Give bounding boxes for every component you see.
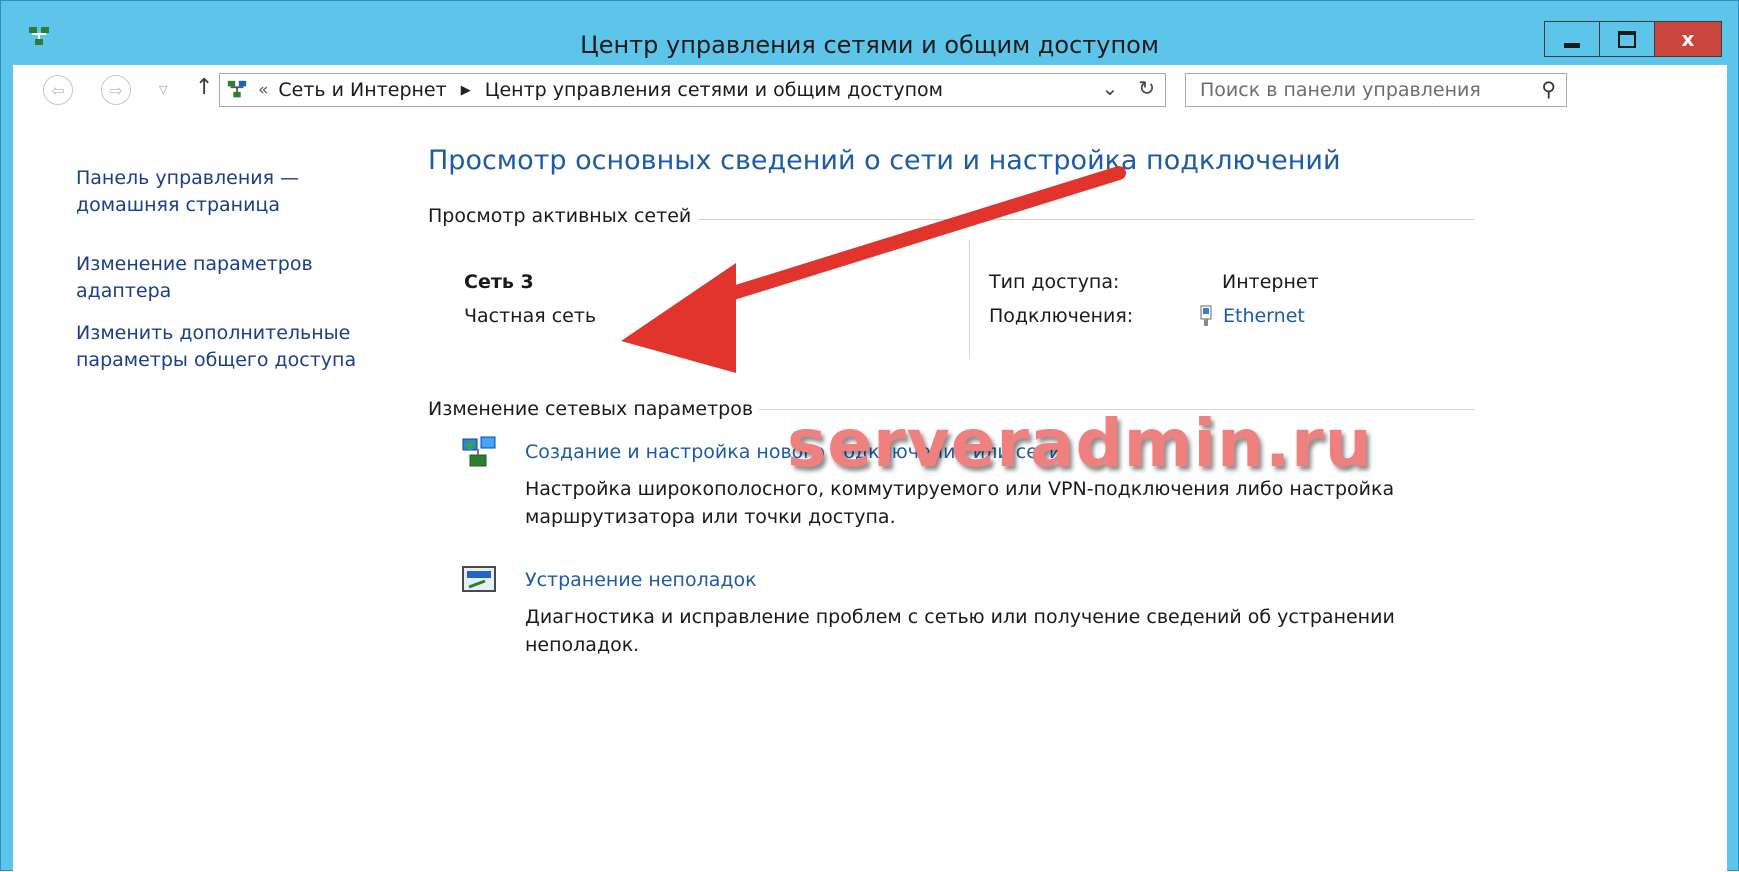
maximize-button[interactable] — [1599, 21, 1655, 57]
sidebar-item-label: параметры общего доступа — [76, 349, 357, 371]
forward-button[interactable]: ⇨ — [101, 75, 131, 105]
watermark: serveradmin.ru — [787, 405, 1373, 482]
access-type-label: Тип доступа: — [989, 271, 1120, 293]
window-controls: x — [1544, 21, 1722, 57]
divider — [969, 241, 970, 358]
connections-label: Подключения: — [989, 305, 1134, 327]
refresh-icon[interactable]: ↻ — [1138, 76, 1155, 100]
close-button[interactable]: x — [1654, 21, 1722, 57]
window: Центр управления сетями и общим доступом… — [0, 0, 1739, 872]
ethernet-label: Ethernet — [1223, 305, 1305, 327]
minimize-icon — [1564, 42, 1580, 48]
minimize-button[interactable] — [1544, 21, 1600, 57]
breadcrumb-overflow[interactable]: « — [258, 80, 268, 100]
address-bar-actions: ⌄ ↻ — [1101, 76, 1155, 100]
task-new-connection-description: Настройка широкополосного, коммутируемог… — [525, 475, 1465, 531]
network-name: Сеть 3 — [464, 271, 534, 293]
network-type-link[interactable]: Частная сеть — [464, 305, 596, 327]
forward-arrow-icon: ⇨ — [109, 80, 123, 100]
ethernet-icon — [1200, 305, 1212, 326]
sidebar-item-label: Изменить дополнительные — [76, 322, 351, 344]
breadcrumb-item-network-internet[interactable]: Сеть и Интернет — [278, 79, 446, 101]
maximize-icon — [1618, 30, 1636, 48]
section-title: Просмотр активных сетей — [428, 205, 692, 227]
troubleshoot-icon — [462, 566, 496, 592]
section-title: Изменение сетевых параметров — [428, 398, 754, 420]
page-title: Просмотр основных сведений о сети и наст… — [428, 145, 1341, 176]
divider — [699, 219, 1474, 220]
ethernet-connection-link[interactable]: Ethernet — [1199, 305, 1305, 327]
window-title: Центр управления сетями и общим доступом — [580, 31, 1159, 59]
sidebar-item-label: адаптера — [76, 280, 172, 302]
description-line: неполадок. — [525, 634, 640, 656]
content-area: Панель управления — домашняя страница Из… — [13, 115, 1727, 872]
back-arrow-icon: ⇦ — [51, 80, 65, 100]
description-line: маршрутизатора или точки доступа. — [525, 506, 896, 528]
network-setup-icon — [462, 436, 496, 467]
sidebar-item-label: домашняя страница — [76, 194, 281, 216]
breadcrumb-item-network-center[interactable]: Центр управления сетями и общим доступом — [485, 79, 943, 101]
recent-locations-dropdown[interactable]: ▽ — [159, 83, 167, 96]
sidebar-item-sharing-settings[interactable]: Изменить дополнительные параметры общего… — [76, 320, 356, 374]
address-dropdown-icon[interactable]: ⌄ — [1101, 76, 1118, 100]
active-networks-header: Просмотр активных сетей — [428, 205, 691, 227]
search-input[interactable]: Поиск в панели управления ⚲ — [1185, 73, 1567, 107]
network-center-icon — [227, 80, 247, 98]
sidebar-item-label: Изменение параметров — [76, 253, 313, 275]
sidebar-item-adapter-settings[interactable]: Изменение параметров адаптера — [76, 251, 313, 305]
search-placeholder: Поиск в панели управления — [1200, 79, 1481, 101]
navigation-bar: ⇦ ⇨ ▽ ↑ « Сеть и Интернет ▶ Центр управл… — [13, 65, 1727, 115]
search-icon[interactable]: ⚲ — [1541, 77, 1556, 101]
back-button[interactable]: ⇦ — [43, 75, 73, 105]
task-troubleshoot-description: Диагностика и исправление проблем с сеть… — [525, 603, 1465, 659]
title-bar[interactable]: Центр управления сетями и общим доступом… — [1, 1, 1738, 61]
description-line: Диагностика и исправление проблем с сеть… — [525, 606, 1395, 628]
sidebar-item-label: Панель управления — — [76, 167, 300, 189]
up-arrow-icon[interactable]: ↑ — [195, 75, 213, 100]
task-troubleshoot-link[interactable]: Устранение неполадок — [525, 569, 757, 591]
address-bar[interactable]: « Сеть и Интернет ▶ Центр управления сет… — [219, 73, 1166, 107]
change-settings-header: Изменение сетевых параметров — [428, 398, 753, 420]
breadcrumb-separator-icon[interactable]: ▶ — [461, 83, 471, 98]
access-type-value: Интернет — [1222, 271, 1319, 293]
close-icon: x — [1681, 27, 1695, 51]
sidebar-item-home[interactable]: Панель управления — домашняя страница — [76, 165, 299, 219]
